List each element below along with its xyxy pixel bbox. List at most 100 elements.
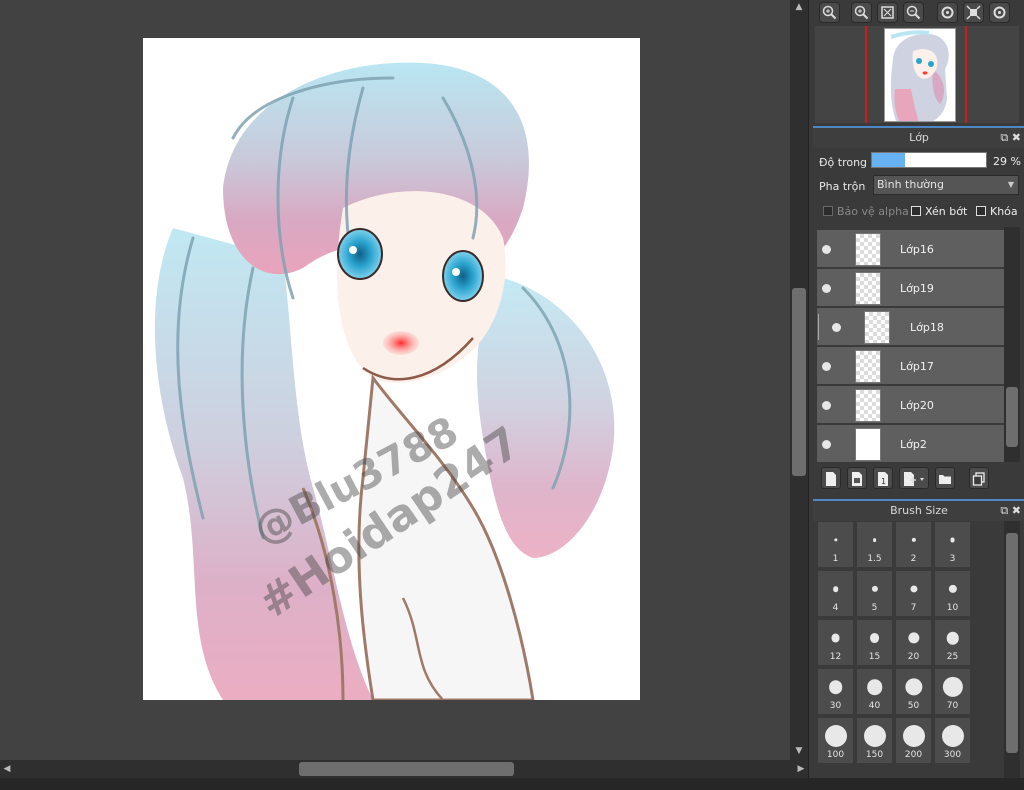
actual-size-icon[interactable] [963,2,984,23]
vertical-scroll-thumb[interactable] [792,288,806,476]
layer-panel-title: Lớp [909,131,929,144]
brush-size-preview-dot [909,585,918,593]
svg-text:1: 1 [881,477,886,486]
brush-size-label: 15 [868,652,881,662]
layer-row-lop18[interactable]: Lớp18 [817,308,1004,346]
add-layer-menu-icon[interactable] [899,467,929,489]
clipping-checkbox[interactable]: Xén bớt [911,205,967,218]
brush-size-preview-dot [904,678,923,696]
navigator-preview[interactable] [815,26,1019,123]
brush-size-option[interactable]: 15 [856,619,893,666]
new-raster-layer-icon[interactable] [847,467,867,489]
visibility-eye-icon[interactable] [822,440,831,449]
close-panel-icon[interactable]: ✖ [1012,131,1021,144]
brush-size-option[interactable]: 150 [856,717,893,764]
layer-row-lop20[interactable]: Lớp20 [817,386,1004,424]
clipping-label: Xén bớt [925,205,968,218]
brush-size-label: 40 [868,701,881,711]
brush-size-preview-dot [832,586,839,592]
visibility-eye-icon[interactable] [832,323,841,332]
chevron-down-icon: ▼ [1007,180,1014,189]
layer-thumbnail [855,272,881,305]
layer-list[interactable]: Lớp16 Lớp19 Lớp18 Lớp17 Lớp20 Lớp2 [817,227,1004,462]
new-layer-1bit-icon[interactable]: 1 [873,467,893,489]
brush-size-preview-dot [831,633,840,643]
layer-row-lop19[interactable]: Lớp19 [817,269,1004,307]
brush-size-option[interactable]: 5 [856,570,893,617]
clipping-indicator [818,314,824,340]
brush-size-option[interactable]: 200 [895,717,932,764]
brush-size-preview-dot [869,633,880,643]
canvas-area[interactable]: @Blu3788 #Hoidap247 [0,0,790,760]
brush-size-option[interactable]: 7 [895,570,932,617]
opacity-label: Độ trong [819,156,868,169]
rotate-left-icon[interactable] [937,2,958,23]
close-panel-icon[interactable]: ✖ [1012,504,1021,517]
layer-scroll-thumb[interactable] [1006,387,1018,447]
zoom-minus-icon[interactable] [903,2,924,23]
brush-size-label: 7 [910,603,917,613]
blend-mode-value: Bình thường [877,178,944,191]
detach-panel-icon[interactable]: ⧉ [1000,131,1008,144]
brush-size-option[interactable]: 3 [934,521,971,568]
detach-panel-icon[interactable]: ⧉ [1000,504,1008,517]
brush-size-preview-dot [902,725,925,747]
brush-size-option[interactable]: 300 [934,717,971,764]
brush-size-option[interactable]: 50 [895,668,932,715]
folder-icon[interactable] [935,467,955,489]
layer-row-lop17[interactable]: Lớp17 [817,347,1004,385]
layer-row-lop16[interactable]: Lớp16 [817,230,1004,268]
layer-thumbnail [855,428,881,461]
canvas-horizontal-scrollbar[interactable]: ◀ ▶ [0,760,808,778]
brush-size-option[interactable]: 2 [895,521,932,568]
blend-mode-select[interactable]: Bình thường ▼ [873,175,1019,195]
brush-scroll-thumb[interactable] [1006,533,1018,753]
new-layer-icon[interactable] [821,467,841,489]
brush-size-option[interactable]: 12 [817,619,854,666]
brush-size-option[interactable]: 40 [856,668,893,715]
navigator-view-left-edge [865,26,867,123]
scroll-up-arrow-icon[interactable]: ▲ [790,0,808,14]
brush-size-option[interactable]: 1.5 [856,521,893,568]
artwork-canvas[interactable]: @Blu3788 #Hoidap247 [143,38,640,700]
scroll-left-arrow-icon[interactable]: ◀ [0,760,14,778]
visibility-eye-icon[interactable] [822,245,831,254]
zoom-out-icon[interactable] [851,2,872,23]
brush-size-preview-dot [866,679,883,695]
brush-size-preview-dot [911,537,916,543]
zoom-in-icon[interactable] [819,2,840,23]
lock-checkbox[interactable]: Khóa [976,205,1018,218]
layer-row-lop2[interactable]: Lớp2 [817,425,1004,462]
brush-size-option[interactable]: 4 [817,570,854,617]
visibility-eye-icon[interactable] [822,401,831,410]
canvas-vertical-scrollbar[interactable]: ▲ ▼ [790,0,808,760]
scroll-right-arrow-icon[interactable]: ▶ [794,760,808,778]
protect-alpha-checkbox[interactable]: Bảo vệ alpha [823,205,909,218]
brush-size-option[interactable]: 25 [934,619,971,666]
visibility-eye-icon[interactable] [822,284,831,293]
brush-size-preview-dot [863,725,886,747]
brush-size-scrollbar[interactable] [1004,521,1020,778]
rotate-right-icon[interactable] [989,2,1010,23]
brush-size-option[interactable]: 100 [817,717,854,764]
navigator-thumbnail[interactable] [884,28,956,122]
layer-thumbnail [855,389,881,422]
opacity-slider[interactable] [871,152,987,168]
horizontal-scroll-thumb[interactable] [299,762,514,776]
brush-size-panel-header: Brush Size ⧉ ✖ [813,499,1024,521]
visibility-eye-icon[interactable] [822,362,831,371]
brush-size-option[interactable]: 10 [934,570,971,617]
brush-size-label: 5 [871,603,878,613]
fit-window-icon[interactable] [877,2,898,23]
brush-size-preview-dot [872,538,877,542]
lock-label: Khóa [990,205,1018,218]
layer-toolbar: 1 [817,465,1017,491]
duplicate-layer-icon[interactable] [969,467,989,489]
brush-size-option[interactable]: 20 [895,619,932,666]
protect-alpha-label: Bảo vệ alpha [837,205,909,218]
brush-size-option[interactable]: 30 [817,668,854,715]
brush-size-option[interactable]: 70 [934,668,971,715]
layer-list-scrollbar[interactable] [1004,227,1020,462]
scroll-down-arrow-icon[interactable]: ▼ [790,744,808,758]
brush-size-option[interactable]: 1 [817,521,854,568]
